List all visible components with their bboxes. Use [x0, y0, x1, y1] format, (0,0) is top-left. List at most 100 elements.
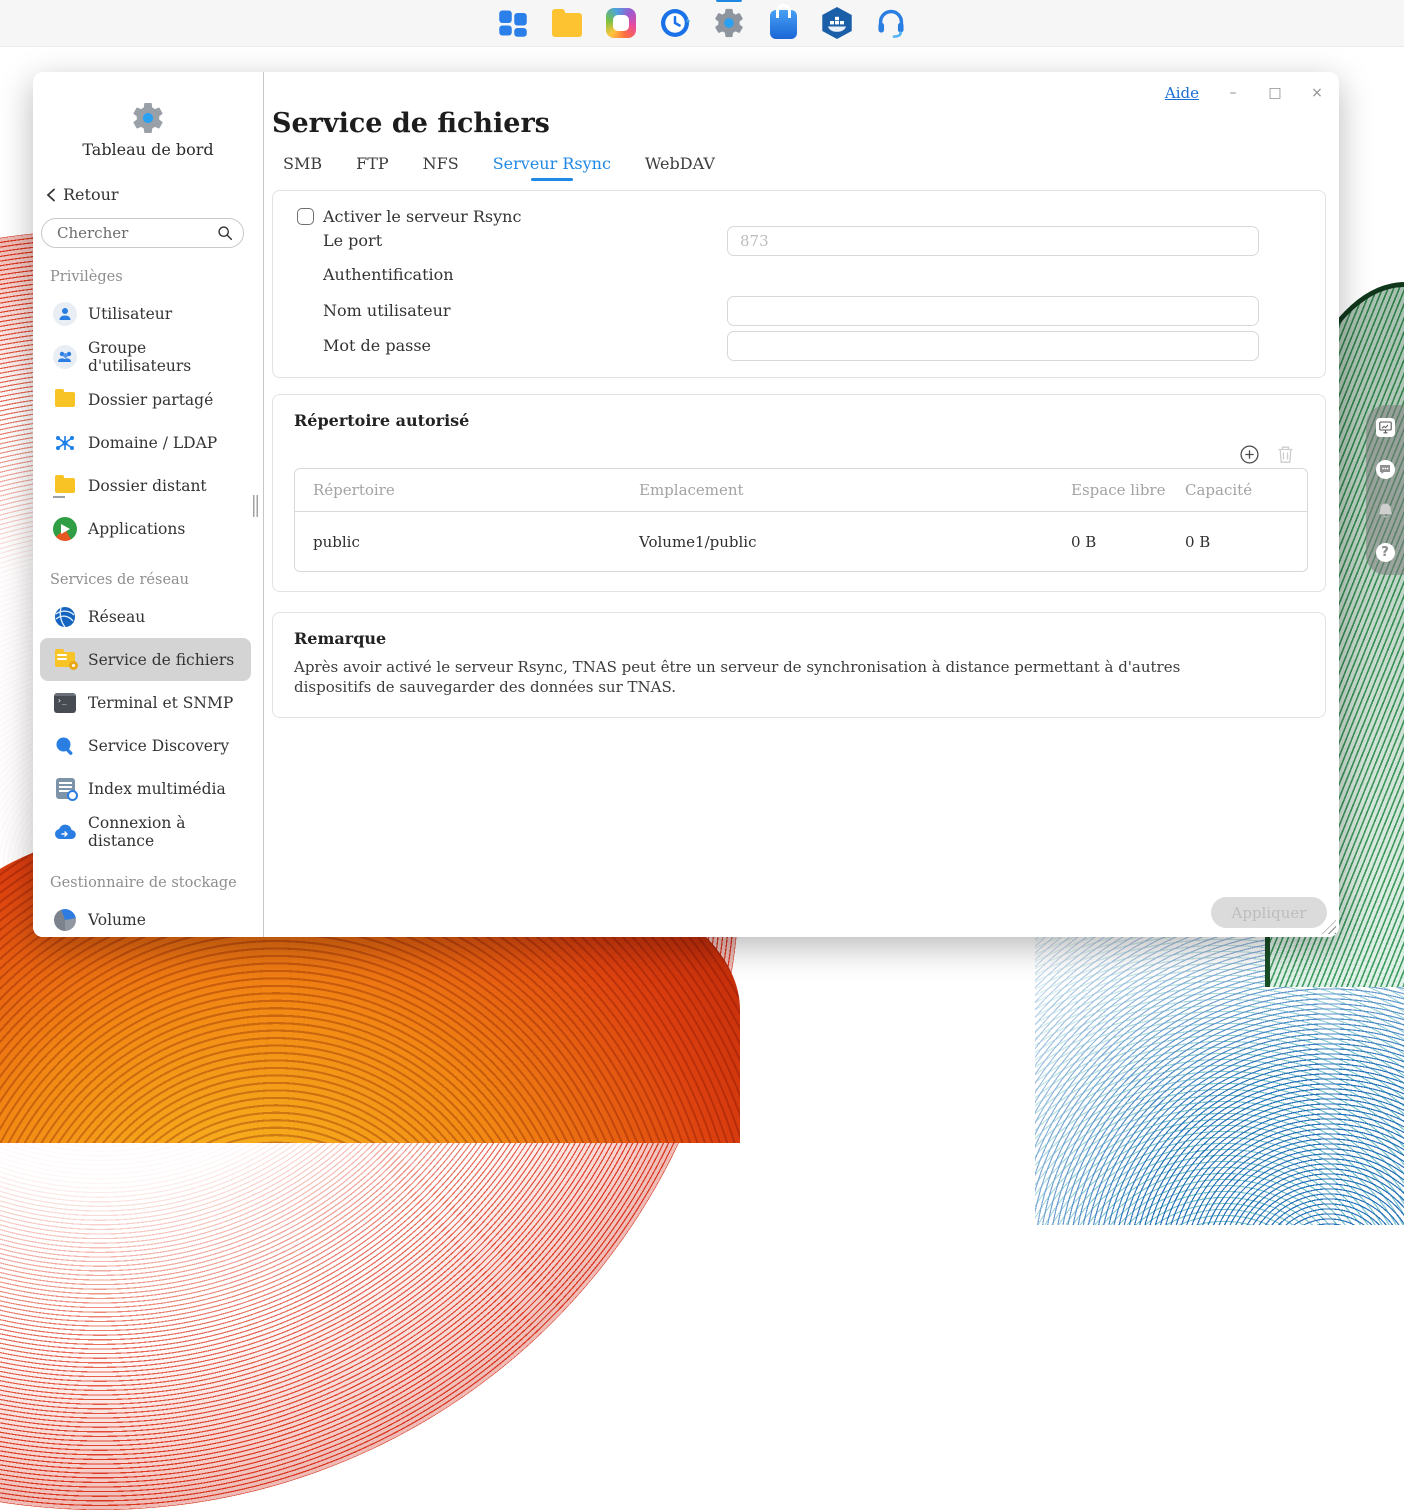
- section-services-reseau: Services de réseau: [33, 565, 263, 595]
- sidebar-item-label: Groupe d'utilisateurs: [88, 339, 251, 375]
- cell-capacite: 0 B: [1185, 533, 1307, 551]
- password-label: Mot de passe: [323, 336, 431, 355]
- sidebar-item-dossier-distant[interactable]: Dossier distant: [40, 464, 251, 507]
- sidebar-search: [41, 218, 244, 248]
- maximize-button[interactable]: □: [1267, 85, 1283, 101]
- enable-rsync-checkbox[interactable]: [297, 208, 314, 225]
- quick-access-bar: ?: [1366, 405, 1404, 575]
- sidebar-item-groupe-utilisateurs[interactable]: Groupe d'utilisateurs: [40, 335, 251, 378]
- authorized-directory-title: Répertoire autorisé: [294, 411, 469, 430]
- enable-rsync-label: Activer le serveur Rsync: [323, 207, 521, 226]
- search-input[interactable]: [55, 223, 217, 243]
- sidebar-item-label: Connexion à distance: [88, 814, 251, 850]
- gear-glyph: [712, 6, 746, 40]
- domain-ldap-icon: [53, 431, 77, 455]
- sidebar-item-connexion-distance[interactable]: Connexion à distance: [40, 810, 251, 853]
- sidebar-item-terminal-snmp[interactable]: Terminal et SNMP: [40, 681, 251, 724]
- minimize-button[interactable]: –: [1225, 85, 1241, 101]
- note-body: Après avoir activé le serveur Rsync, TNA…: [294, 657, 1230, 697]
- sidebar-item-label: Utilisateur: [88, 305, 172, 323]
- rsync-settings-card: Activer le serveur Rsync Le port Authent…: [272, 190, 1326, 378]
- folder-glyph: [552, 13, 582, 37]
- table-header-row: Répertoire Emplacement Espace libre Capa…: [295, 469, 1307, 512]
- window-controls: Aide – □ ×: [1165, 84, 1325, 102]
- back-label: Retour: [63, 185, 119, 204]
- sidebar-item-label: Réseau: [88, 608, 145, 626]
- tab-serveur-rsync[interactable]: Serveur Rsync: [493, 154, 611, 181]
- docker-icon[interactable]: [820, 6, 854, 40]
- applications-icon: [53, 517, 77, 541]
- resize-handle[interactable]: [1322, 920, 1336, 934]
- back-button[interactable]: Retour: [45, 185, 119, 204]
- sidebar-item-reseau[interactable]: Réseau: [40, 595, 251, 638]
- page-title: Service de fichiers: [272, 108, 550, 139]
- cell-emplacement: Volume1/public: [639, 533, 1071, 551]
- help-link[interactable]: Aide: [1165, 84, 1199, 102]
- sidebar-item-applications[interactable]: Applications: [40, 507, 251, 550]
- add-directory-button[interactable]: [1239, 444, 1259, 464]
- tab-ftp[interactable]: FTP: [356, 154, 389, 181]
- sidebar-item-service-de-fichiers[interactable]: Service de fichiers: [40, 638, 251, 681]
- desktop-grid-icon[interactable]: [496, 6, 530, 40]
- terminal-icon: [53, 691, 77, 715]
- col-espace-libre: Espace libre: [1071, 481, 1185, 499]
- close-button[interactable]: ×: [1309, 85, 1325, 101]
- headset-glyph: [875, 7, 907, 39]
- cell-espace-libre: 0 B: [1071, 533, 1185, 551]
- sidebar-item-label: Domaine / LDAP: [88, 434, 217, 452]
- dashboard-gear-icon[interactable]: [130, 100, 166, 136]
- search-icon[interactable]: [217, 225, 233, 241]
- sidebar-item-utilisateur[interactable]: Utilisateur: [40, 292, 251, 335]
- username-label: Nom utilisateur: [323, 301, 451, 320]
- sidebar-item-label: Service de fichiers: [88, 651, 234, 669]
- sidebar-item-domaine-ldap[interactable]: Domaine / LDAP: [40, 421, 251, 464]
- support-headset-icon[interactable]: [874, 6, 908, 40]
- dashboard-title: Tableau de bord: [33, 140, 263, 159]
- cell-repertoire: public: [313, 533, 639, 551]
- password-input[interactable]: [727, 331, 1259, 361]
- plus-circle-icon: [1240, 445, 1259, 464]
- username-input[interactable]: [727, 296, 1259, 326]
- col-repertoire: Répertoire: [313, 481, 639, 499]
- table-row[interactable]: public Volume1/public 0 B 0 B: [295, 512, 1307, 571]
- docker-hexagon-glyph: [821, 7, 853, 39]
- photos-icon[interactable]: [604, 6, 638, 40]
- sidebar-item-label: Volume: [88, 911, 146, 929]
- notification-bell-icon[interactable]: [1376, 501, 1395, 520]
- sidebar-item-label: Dossier distant: [88, 477, 207, 495]
- col-emplacement: Emplacement: [639, 481, 1071, 499]
- section-privileges: Privilèges: [33, 262, 263, 292]
- sidebar-nav: Privilèges Utilisateur Groupe d'utilisat…: [33, 262, 263, 941]
- media-index-icon: [53, 777, 77, 801]
- control-panel-window: Aide – □ × Tableau de bord Retour: [33, 72, 1339, 937]
- time-machine-icon[interactable]: [658, 6, 692, 40]
- chevron-left-icon: [45, 188, 57, 202]
- feedback-chat-icon[interactable]: [1376, 460, 1395, 479]
- tab-webdav[interactable]: WebDAV: [645, 154, 715, 181]
- trash-icon: [1277, 445, 1294, 464]
- app-center-icon[interactable]: [766, 6, 800, 40]
- sidebar: Tableau de bord Retour Privilèges Utilis…: [33, 72, 264, 937]
- sidebar-item-label: Index multimédia: [88, 780, 226, 798]
- dock-bar: [0, 0, 1404, 47]
- file-manager-icon[interactable]: [550, 6, 584, 40]
- control-panel-icon[interactable]: [712, 6, 746, 40]
- help-question-icon[interactable]: ?: [1376, 543, 1395, 562]
- resource-monitor-icon[interactable]: [1376, 418, 1395, 437]
- shared-folder-icon: [53, 388, 77, 412]
- apply-button[interactable]: Appliquer: [1211, 897, 1327, 928]
- user-group-icon: [53, 345, 77, 369]
- tab-smb[interactable]: SMB: [283, 154, 322, 181]
- sidebar-item-dossier-partage[interactable]: Dossier partagé: [40, 378, 251, 421]
- sidebar-item-volume[interactable]: Volume: [40, 898, 251, 941]
- sidebar-item-service-discovery[interactable]: Service Discovery: [40, 724, 251, 767]
- delete-directory-button[interactable]: [1275, 444, 1295, 464]
- remote-folder-icon: [53, 474, 77, 498]
- sidebar-item-label: Service Discovery: [88, 737, 229, 755]
- directory-table: Répertoire Emplacement Espace libre Capa…: [294, 468, 1308, 572]
- note-card: Remarque Après avoir activé le serveur R…: [272, 612, 1326, 718]
- tab-nfs[interactable]: NFS: [423, 154, 459, 181]
- sidebar-item-index-multimedia[interactable]: Index multimédia: [40, 767, 251, 810]
- port-input[interactable]: [727, 226, 1259, 256]
- sidebar-scrollbar-thumb[interactable]: [253, 495, 258, 517]
